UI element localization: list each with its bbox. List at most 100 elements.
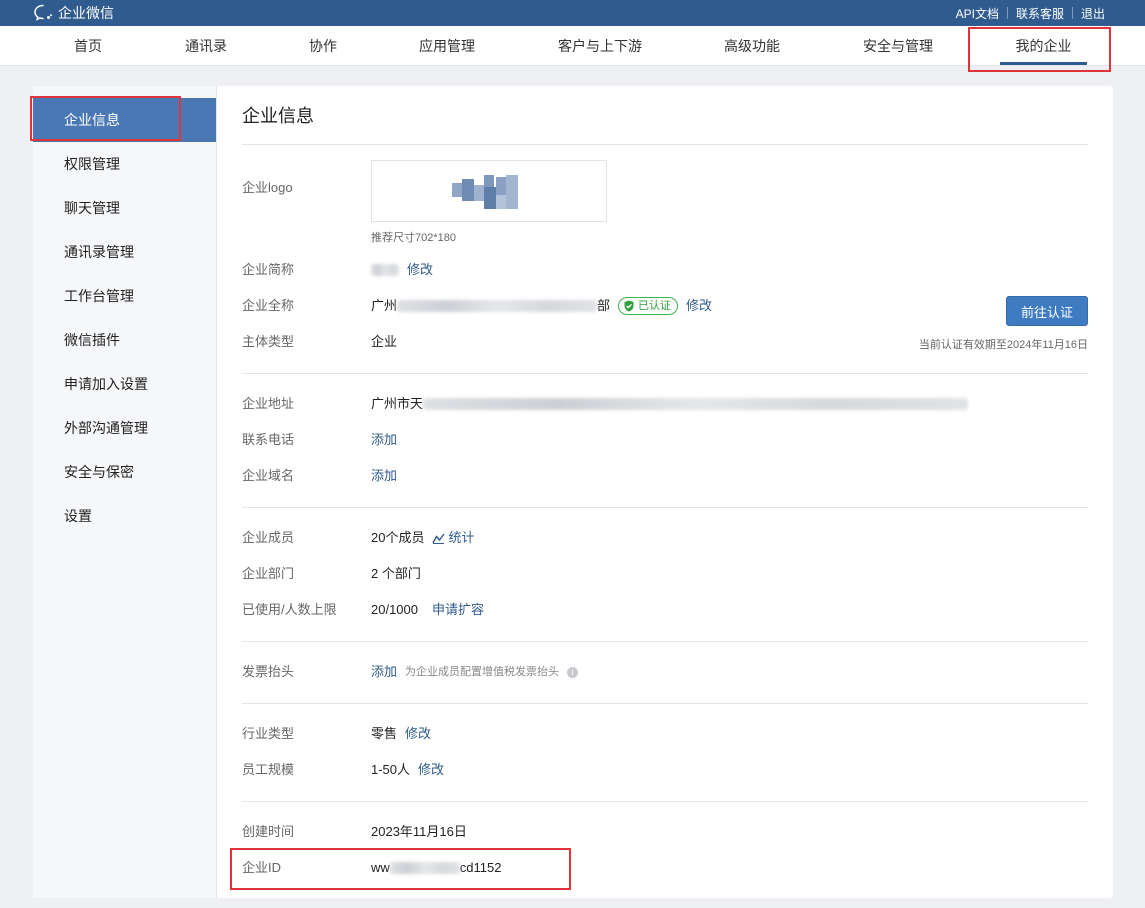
nav-home[interactable]: 首页 <box>58 26 118 66</box>
edit-scale-link[interactable]: 修改 <box>418 760 444 780</box>
scale-label: 员工规模 <box>242 762 295 777</box>
industry-row: 行业类型 零售 修改 <box>242 724 1088 744</box>
address-label: 企业地址 <box>242 396 295 411</box>
sidebar-item-join-settings[interactable]: 申请加入设置 <box>33 362 216 406</box>
nav-customers[interactable]: 客户与上下游 <box>550 26 650 66</box>
edit-full-name-link[interactable]: 修改 <box>686 296 712 316</box>
created-row: 创建时间 2023年11月16日 <box>242 822 1088 842</box>
corp-id-suffix: cd1152 <box>459 860 502 875</box>
section-divider <box>242 703 1088 704</box>
section-divider <box>242 144 1088 145</box>
section-divider <box>242 373 1088 374</box>
brand-name: 企业微信 <box>58 5 114 21</box>
phone-label: 联系电话 <box>242 432 295 447</box>
logout-link[interactable]: 退出 <box>1073 5 1113 22</box>
members-stats-text: 统计 <box>448 530 475 545</box>
full-name-redacted <box>397 300 598 312</box>
add-phone-link[interactable]: 添加 <box>371 430 397 450</box>
members-stats-link[interactable]: 统计 <box>432 528 474 548</box>
edit-industry-link[interactable]: 修改 <box>405 724 431 744</box>
section-divider <box>242 507 1088 508</box>
address-row: 企业地址 广州市天 <box>242 394 1088 414</box>
api-docs-link[interactable]: API文档 <box>948 5 1007 22</box>
logo-size-hint: 推荐尺寸702*180 <box>371 232 456 244</box>
invoice-row: 发票抬头 添加 为企业成员配置增值税发票抬头 i <box>242 662 1088 682</box>
contact-support-link[interactable]: 联系客服 <box>1008 5 1072 22</box>
departments-value: 2 个部门 <box>371 566 421 581</box>
address-prefix: 广州市天 <box>371 396 424 411</box>
main-panel: 企业信息 权限管理 聊天管理 通讯录管理 工作台管理 微信插件 申请加入设置 外… <box>33 86 1113 898</box>
sidebar-item-security[interactable]: 安全与保密 <box>33 450 216 494</box>
corp-id-row: 企业ID ww cd1152 <box>242 858 1088 878</box>
scale-row: 员工规模 1-50人 修改 <box>242 760 1088 780</box>
subject-type-label: 主体类型 <box>242 334 295 349</box>
logo-row: 企业logo <box>242 178 1088 198</box>
logo-upload-box[interactable] <box>371 160 607 222</box>
quota-row: 已使用/人数上限 20/1000 申请扩容 <box>242 600 1088 620</box>
sidebar-item-permissions[interactable]: 权限管理 <box>33 142 216 186</box>
departments-label: 企业部门 <box>242 566 295 581</box>
nav-contacts[interactable]: 通讯录 <box>176 26 236 66</box>
sidebar-item-chat[interactable]: 聊天管理 <box>33 186 216 230</box>
verified-badge-text: 已认证 <box>638 300 672 312</box>
go-verify-button[interactable]: 前往认证 <box>1006 296 1088 326</box>
nav-advanced[interactable]: 高级功能 <box>712 26 792 66</box>
sidebar-item-wechat-plugin[interactable]: 微信插件 <box>33 318 216 362</box>
quota-label: 已使用/人数上限 <box>242 602 337 617</box>
verified-badge: 已认证 <box>618 297 679 315</box>
departments-row: 企业部门 2 个部门 <box>242 564 1088 584</box>
phone-row: 联系电话 添加 <box>242 430 1088 450</box>
brand[interactable]: 企业微信 <box>32 2 114 24</box>
edit-short-name-link[interactable]: 修改 <box>407 260 433 280</box>
wecom-logo-icon <box>34 4 52 21</box>
top-links: API文档 联系客服 退出 <box>948 0 1113 26</box>
members-value: 20个成员 <box>371 530 425 545</box>
verification-expiry-note: 当前认证有效期至2024年11月16日 <box>918 339 1088 351</box>
add-invoice-link[interactable]: 添加 <box>371 662 397 682</box>
sidebar-item-external-comm[interactable]: 外部沟通管理 <box>33 406 216 450</box>
stats-chart-icon <box>432 533 446 544</box>
corp-id-prefix: ww <box>371 860 390 875</box>
members-label: 企业成员 <box>242 530 295 545</box>
address-redacted <box>423 398 969 410</box>
full-name-label: 企业全称 <box>242 298 295 313</box>
corp-id-redacted <box>389 862 460 874</box>
nav-collaboration[interactable]: 协作 <box>293 26 353 66</box>
sidebar: 企业信息 权限管理 聊天管理 通讯录管理 工作台管理 微信插件 申请加入设置 外… <box>33 86 217 898</box>
nav-security[interactable]: 安全与管理 <box>853 26 943 66</box>
main-nav: 首页 通讯录 协作 应用管理 客户与上下游 高级功能 安全与管理 我的企业 <box>0 26 1145 66</box>
sidebar-item-contacts[interactable]: 通讯录管理 <box>33 230 216 274</box>
industry-label: 行业类型 <box>242 726 295 741</box>
quota-value: 20/1000 <box>371 602 418 617</box>
invoice-label: 发票抬头 <box>242 664 295 679</box>
domain-row: 企业域名 添加 <box>242 466 1088 486</box>
page-title: 企业信息 <box>242 106 314 126</box>
created-label: 创建时间 <box>242 824 295 839</box>
sidebar-item-enterprise-info[interactable]: 企业信息 <box>33 98 216 142</box>
short-name-label: 企业简称 <box>242 262 295 277</box>
sidebar-item-workbench[interactable]: 工作台管理 <box>33 274 216 318</box>
apply-expansion-link[interactable]: 申请扩容 <box>432 600 484 620</box>
corp-id-label: 企业ID <box>242 860 282 875</box>
full-name-suffix: 部 <box>597 298 611 313</box>
nav-app-management[interactable]: 应用管理 <box>407 26 487 66</box>
invoice-hint: 为企业成员配置增值税发票抬头 <box>405 666 560 678</box>
nav-my-enterprise[interactable]: 我的企业 <box>1000 26 1087 66</box>
section-divider <box>242 641 1088 642</box>
full-name-row: 企业全称 广州 部 已认证 修改 <box>242 296 1088 316</box>
add-domain-link[interactable]: 添加 <box>371 466 397 486</box>
section-divider <box>242 801 1088 802</box>
full-name-prefix: 广州 <box>371 298 398 313</box>
scale-value: 1-50人 <box>371 762 411 777</box>
shield-check-icon <box>624 300 634 312</box>
subject-type-value: 企业 <box>371 334 398 349</box>
members-row: 企业成员 20个成员 统计 <box>242 528 1088 548</box>
short-name-row: 企业简称 修改 <box>242 260 1088 280</box>
enterprise-logo-image <box>452 175 518 209</box>
created-value: 2023年11月16日 <box>371 824 467 839</box>
info-icon[interactable]: i <box>567 666 579 678</box>
sidebar-item-settings[interactable]: 设置 <box>33 494 216 538</box>
enterprise-info-content: 企业信息 企业logo 推荐尺寸702*180 企业简称 修改 企业全称 广州 … <box>242 86 1088 898</box>
short-name-redacted <box>371 264 399 276</box>
logo-label: 企业logo <box>242 180 293 195</box>
